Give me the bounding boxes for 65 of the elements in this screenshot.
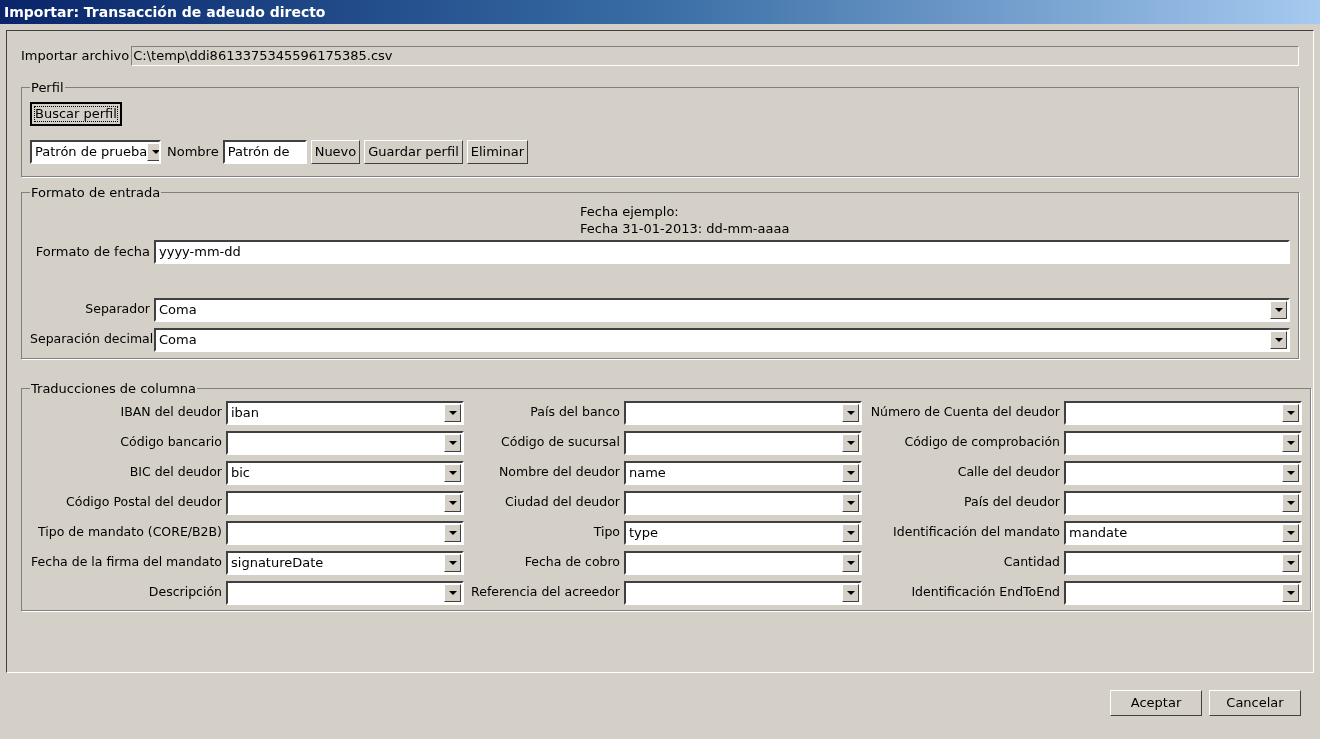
field-label: Calle del deudor bbox=[956, 463, 1060, 482]
field-label: País del deudor bbox=[963, 493, 1060, 512]
field-label: Descripción bbox=[147, 583, 222, 602]
column-dropdown[interactable] bbox=[624, 490, 862, 515]
profile-dropdown[interactable]: Patrón de prueba bbox=[30, 139, 161, 164]
field-label: Identificación EndToEnd bbox=[910, 583, 1060, 602]
column-dropdown[interactable] bbox=[226, 490, 464, 515]
field-label: Número de Cuenta del deudor bbox=[869, 403, 1060, 422]
column-dropdown[interactable] bbox=[1064, 430, 1302, 455]
group-title: Formato de entrada bbox=[30, 184, 162, 202]
search-profile-button[interactable]: Buscar perfil bbox=[30, 101, 122, 126]
field-label: Separación decimal bbox=[30, 330, 150, 349]
format-dropdown[interactable]: Coma bbox=[154, 327, 1290, 352]
column-dropdown[interactable]: mandate bbox=[1064, 520, 1302, 545]
column-dropdown[interactable] bbox=[1064, 550, 1302, 575]
column-dropdown[interactable] bbox=[624, 430, 862, 455]
field-label: Importar archivo bbox=[21, 47, 130, 66]
column-dropdown[interactable] bbox=[624, 400, 862, 425]
column-dropdown[interactable] bbox=[1064, 580, 1302, 605]
column-dropdown[interactable] bbox=[226, 430, 464, 455]
field-label: Código de sucursal bbox=[500, 433, 620, 452]
field-label: Referencia del acreedor bbox=[470, 583, 620, 602]
column-dropdown[interactable]: name bbox=[624, 460, 862, 485]
date-format-field[interactable]: yyyy-mm-dd bbox=[154, 239, 1290, 264]
file-path-field: C:\temp\ddi8613375345596175385.csv bbox=[131, 46, 1299, 66]
field-label: Tipo bbox=[592, 523, 620, 542]
field-label: IBAN del deudor bbox=[119, 403, 222, 422]
profile-action-button[interactable]: Nuevo bbox=[310, 139, 361, 164]
column-dropdown[interactable]: type bbox=[624, 520, 862, 545]
dialog-button[interactable]: Aceptar bbox=[1110, 690, 1202, 716]
field-label: Formato de fecha bbox=[34, 242, 150, 261]
column-dropdown[interactable] bbox=[226, 520, 464, 545]
column-dropdown[interactable] bbox=[1064, 490, 1302, 515]
field-label: Código Postal del deudor bbox=[65, 493, 222, 512]
field-label: Código bancario bbox=[119, 433, 222, 452]
column-dropdown[interactable] bbox=[624, 550, 862, 575]
dialog-button[interactable]: Cancelar bbox=[1209, 690, 1301, 716]
column-dropdown[interactable] bbox=[624, 580, 862, 605]
date-example-text: Fecha 31-01-2013: dd-mm-aaaa bbox=[580, 219, 791, 237]
field-label: Código de comprobación bbox=[903, 433, 1060, 452]
field-label: Fecha de la firma del mandato bbox=[30, 553, 222, 572]
column-dropdown[interactable]: signatureDate bbox=[226, 550, 464, 575]
group-title: Traducciones de columna bbox=[30, 380, 198, 398]
column-dropdown[interactable] bbox=[226, 580, 464, 605]
field-label: Separador bbox=[84, 300, 150, 319]
profile-action-button[interactable]: Eliminar bbox=[466, 139, 529, 164]
profile-action-button[interactable]: Guardar perfil bbox=[364, 139, 463, 164]
field-label: BIC del deudor bbox=[128, 463, 222, 482]
name-input-field[interactable]: Patrón de bbox=[222, 139, 307, 164]
group-title: Perfil bbox=[30, 79, 65, 97]
date-example-text: Fecha ejemplo: bbox=[580, 202, 680, 220]
field-label: Identificación del mandato bbox=[892, 523, 1060, 542]
column-dropdown[interactable] bbox=[1064, 460, 1302, 485]
field-label: País del banco bbox=[529, 403, 620, 422]
field-label: Ciudad del deudor bbox=[504, 493, 620, 512]
window-title: Importar: Transacción de adeudo directo bbox=[0, 0, 1320, 24]
field-label: Tipo de mandato (CORE/B2B) bbox=[37, 523, 222, 542]
format-dropdown[interactable]: Coma bbox=[154, 297, 1290, 322]
field-label: Cantidad bbox=[1002, 553, 1060, 572]
field-label: Nombre del deudor bbox=[498, 463, 620, 482]
column-dropdown[interactable]: bic bbox=[226, 460, 464, 485]
field-label: Nombre bbox=[167, 142, 219, 161]
column-dropdown[interactable] bbox=[1064, 400, 1302, 425]
column-dropdown[interactable]: iban bbox=[226, 400, 464, 425]
field-label: Fecha de cobro bbox=[523, 553, 620, 572]
